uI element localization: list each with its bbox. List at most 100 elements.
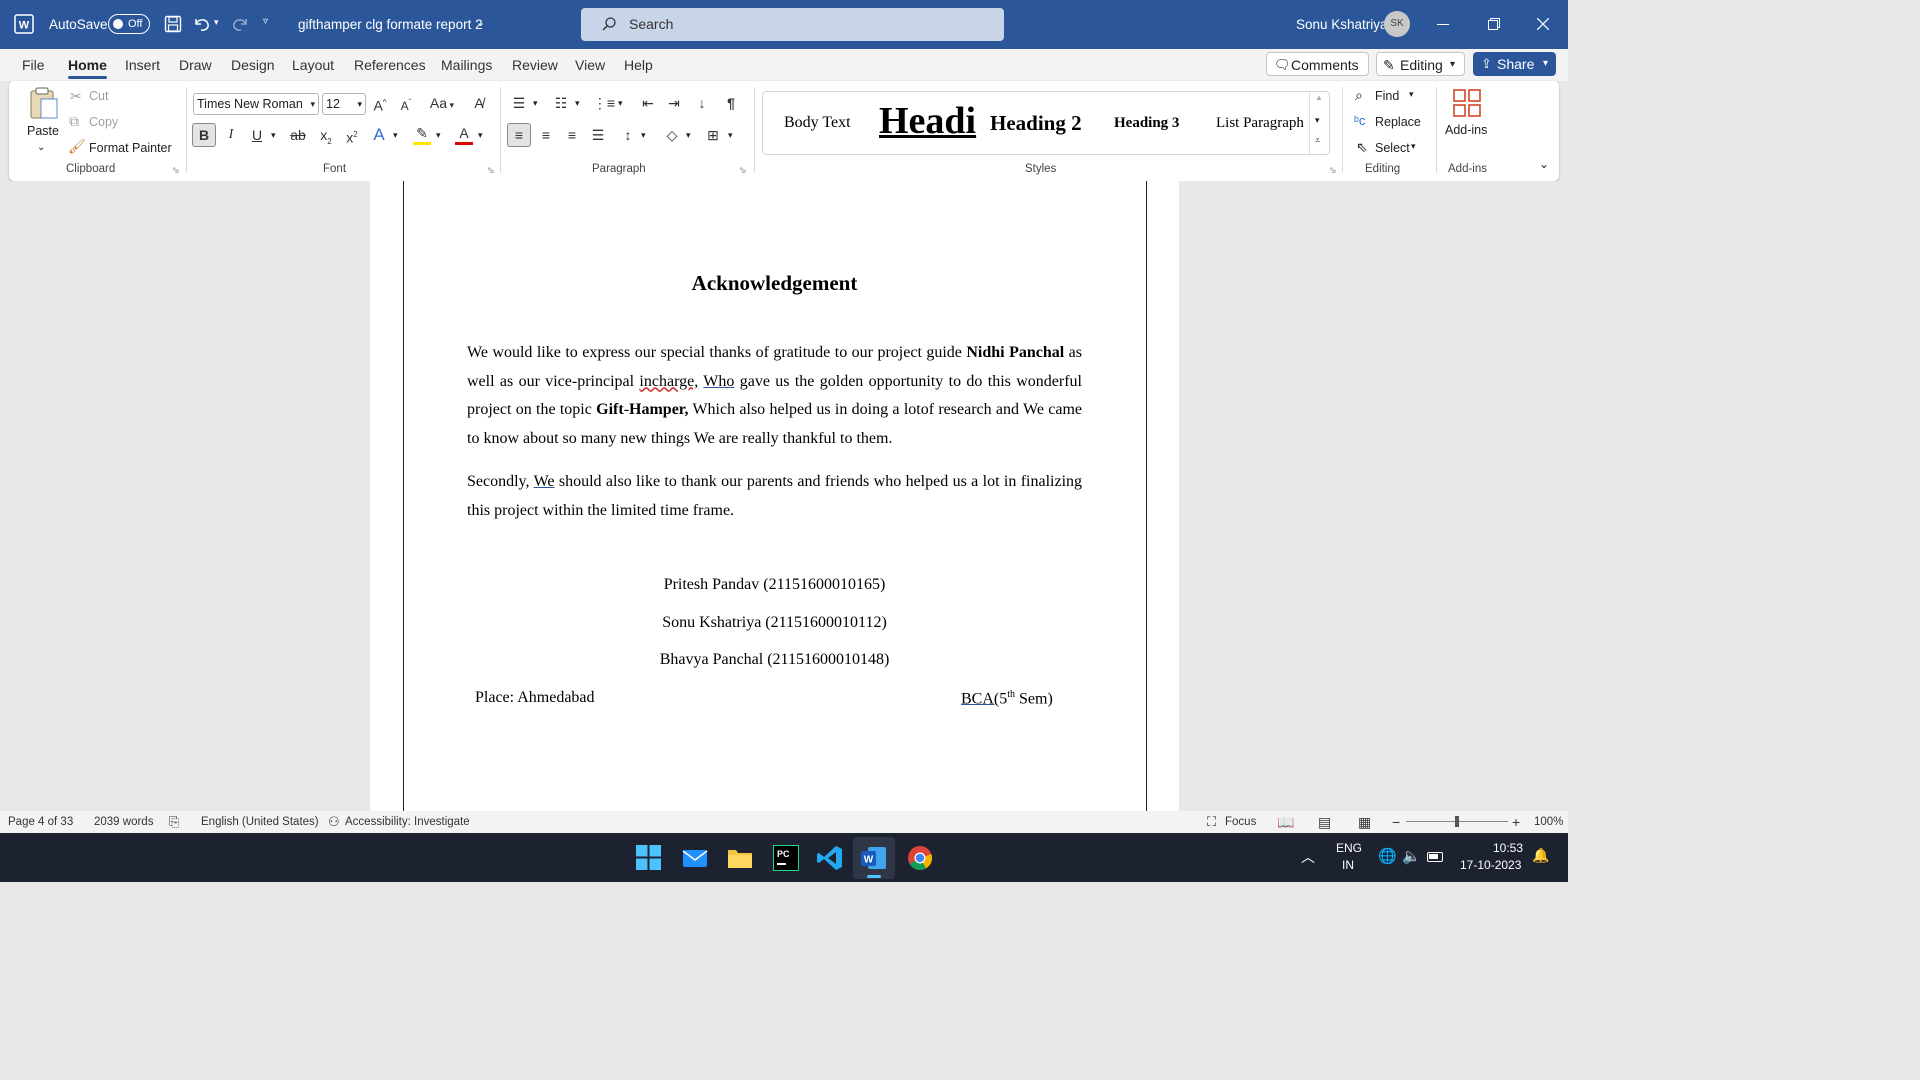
undo-dropdown-icon[interactable]: ▾ bbox=[214, 17, 219, 28]
copy-button[interactable]: Copy bbox=[89, 115, 118, 129]
avatar[interactable]: SK bbox=[1384, 11, 1410, 37]
shading-icon[interactable]: ◇ bbox=[660, 123, 684, 147]
chrome-icon[interactable] bbox=[907, 845, 933, 871]
pycharm-icon[interactable]: PC bbox=[773, 845, 799, 871]
line-spacing-icon[interactable]: ↕ bbox=[616, 123, 640, 147]
font-color-dropdown-icon[interactable]: ▾ bbox=[478, 130, 483, 141]
styles-down-icon[interactable]: ▾ bbox=[1315, 115, 1320, 126]
numbering-dropdown-icon[interactable]: ▾ bbox=[575, 98, 580, 109]
share-dropdown-icon[interactable]: ▾ bbox=[1543, 52, 1548, 76]
print-layout-icon[interactable]: ▤ bbox=[1318, 811, 1331, 833]
text-effects-icon[interactable]: A bbox=[367, 123, 391, 147]
numbering-icon[interactable]: ☷ bbox=[549, 91, 573, 115]
borders-icon[interactable]: ⊞ bbox=[701, 123, 725, 147]
paragraph-1[interactable]: We would like to express our special tha… bbox=[467, 339, 1082, 453]
increase-indent-icon[interactable]: ⇥ bbox=[662, 91, 686, 115]
find-dropdown-icon[interactable]: ▾ bbox=[1409, 89, 1414, 100]
web-layout-icon[interactable]: ▦ bbox=[1358, 811, 1371, 833]
tab-mailings[interactable]: Mailings bbox=[441, 49, 492, 81]
tab-review[interactable]: Review bbox=[512, 49, 558, 81]
justify-icon[interactable]: ☰ bbox=[586, 123, 610, 147]
borders-dropdown-icon[interactable]: ▾ bbox=[728, 130, 733, 141]
align-left-icon[interactable]: ≡ bbox=[507, 123, 531, 147]
underline-icon[interactable]: U bbox=[245, 123, 269, 147]
restore-icon[interactable] bbox=[1488, 18, 1500, 30]
bullets-icon[interactable]: ☰ bbox=[507, 91, 531, 115]
vscode-icon[interactable] bbox=[817, 845, 843, 871]
select-button[interactable]: Select bbox=[1375, 141, 1410, 155]
input-language-top[interactable]: ENG bbox=[1336, 841, 1362, 855]
spelling-error-word[interactable]: incharge, bbox=[639, 373, 698, 390]
share-button[interactable]: ⇪ Share ▾ bbox=[1473, 52, 1556, 76]
hidden-icons-chevron-icon[interactable]: ︿ bbox=[1301, 847, 1315, 867]
replace-button[interactable]: Replace bbox=[1375, 115, 1421, 129]
styles-more-icon[interactable]: ⩡ bbox=[1315, 135, 1320, 146]
word-app-icon[interactable]: W bbox=[14, 14, 34, 34]
language-status[interactable]: English (United States) bbox=[201, 811, 319, 833]
grammar-flag-word[interactable]: Who bbox=[703, 373, 734, 390]
tab-home[interactable]: Home bbox=[68, 49, 107, 81]
word-taskbar-button[interactable]: W bbox=[853, 837, 895, 879]
grammar-flag-word[interactable]: We bbox=[534, 473, 555, 490]
highlight-dropdown-icon[interactable]: ▾ bbox=[436, 130, 441, 141]
accessibility-status[interactable]: Accessibility: Investigate bbox=[345, 811, 470, 833]
minimize-icon[interactable] bbox=[1437, 24, 1449, 25]
bullets-dropdown-icon[interactable]: ▾ bbox=[533, 98, 538, 109]
style-heading-3[interactable]: Heading 3 bbox=[1114, 92, 1179, 154]
show-formatting-icon[interactable]: ¶ bbox=[719, 91, 743, 115]
tab-layout[interactable]: Layout bbox=[292, 49, 334, 81]
clock-time[interactable]: 10:53 bbox=[1493, 841, 1523, 855]
battery-icon[interactable] bbox=[1427, 852, 1443, 862]
change-case-button[interactable]: Aa ▾ bbox=[426, 91, 458, 115]
tab-design[interactable]: Design bbox=[231, 49, 275, 81]
style-list-paragraph[interactable]: List Paragraph bbox=[1216, 92, 1304, 154]
dialog-launcher-icon[interactable]: ⬂ bbox=[487, 165, 495, 176]
editing-mode-button[interactable]: ✎ Editing ▾ bbox=[1376, 52, 1465, 76]
close-icon[interactable] bbox=[1536, 17, 1550, 31]
input-language-bottom[interactable]: IN bbox=[1342, 858, 1354, 872]
styles-up-icon[interactable]: ▲ bbox=[1315, 93, 1323, 102]
save-icon[interactable] bbox=[164, 15, 182, 33]
multilevel-list-icon[interactable]: ⋮≡ bbox=[592, 91, 616, 115]
focus-button[interactable]: Focus bbox=[1225, 811, 1256, 833]
paste-button[interactable]: Paste ⌄ bbox=[23, 86, 63, 156]
zoom-level[interactable]: 100% bbox=[1534, 811, 1563, 833]
grow-font-icon[interactable]: A^ bbox=[368, 91, 392, 115]
italic-icon[interactable]: I bbox=[219, 123, 243, 147]
format-painter-button[interactable]: Format Painter bbox=[89, 141, 172, 155]
find-button[interactable]: Find bbox=[1375, 89, 1399, 103]
style-body-text[interactable]: Body Text bbox=[784, 92, 851, 154]
user-name[interactable]: Sonu Kshatriya bbox=[1296, 0, 1388, 49]
font-size-combo[interactable]: 12 ▾ bbox=[322, 93, 366, 115]
redo-icon[interactable] bbox=[230, 14, 250, 34]
start-icon[interactable] bbox=[636, 845, 661, 870]
clear-formatting-icon[interactable]: A̸ bbox=[467, 91, 491, 115]
subscript-icon[interactable]: x2 bbox=[314, 123, 338, 147]
zoom-slider-thumb[interactable] bbox=[1455, 816, 1459, 827]
superscript-icon[interactable]: x2 bbox=[340, 123, 364, 147]
search-box[interactable]: Search bbox=[581, 8, 1004, 41]
underline-dropdown-icon[interactable]: ▾ bbox=[271, 130, 276, 141]
page-count[interactable]: Page 4 of 33 bbox=[8, 811, 73, 833]
mail-icon[interactable] bbox=[682, 847, 708, 869]
bold-icon[interactable]: B bbox=[192, 123, 216, 147]
dialog-launcher-icon[interactable]: ⬂ bbox=[739, 165, 747, 176]
read-mode-icon[interactable]: 📖 bbox=[1277, 811, 1294, 833]
paragraph-2[interactable]: Secondly, We should also like to thank o… bbox=[467, 468, 1082, 525]
undo-icon[interactable] bbox=[192, 14, 212, 34]
align-center-icon[interactable]: ≡ bbox=[534, 123, 558, 147]
strikethrough-icon[interactable]: ab bbox=[286, 123, 310, 147]
dialog-launcher-icon[interactable]: ⬂ bbox=[172, 165, 180, 176]
title-chevron-down-icon[interactable]: ⌄ bbox=[476, 16, 485, 29]
tab-view[interactable]: View bbox=[575, 49, 605, 81]
proofing-icon[interactable]: ⎘ bbox=[169, 811, 179, 833]
font-name-combo[interactable]: Times New Roman ▾ bbox=[193, 93, 319, 115]
shrink-font-icon[interactable]: Aˇ bbox=[394, 91, 418, 115]
word-count[interactable]: 2039 words bbox=[94, 811, 153, 833]
tab-file[interactable]: File bbox=[22, 49, 45, 81]
document-page[interactable]: Acknowledgement We would like to express… bbox=[370, 181, 1179, 811]
tab-references[interactable]: References bbox=[354, 49, 426, 81]
select-dropdown-icon[interactable]: ▾ bbox=[1411, 141, 1416, 152]
collapse-ribbon-icon[interactable]: ⌄ bbox=[1539, 157, 1549, 171]
sort-icon[interactable]: ↓ bbox=[690, 91, 714, 115]
